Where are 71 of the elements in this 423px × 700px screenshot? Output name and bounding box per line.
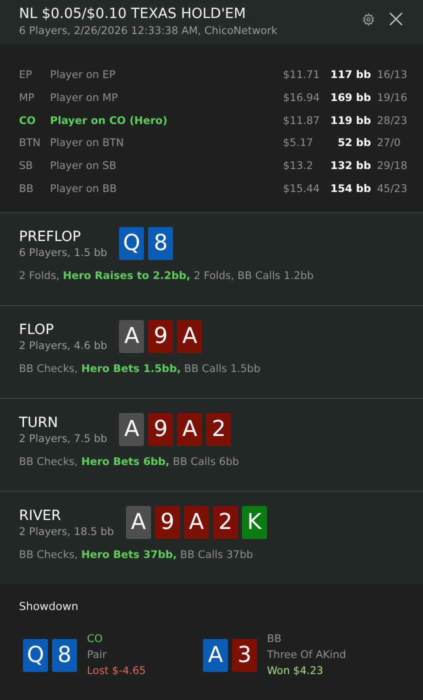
street-actions: BB Checks, Hero Bets 1.5bb, BB Calls 1.5bb	[19, 363, 262, 376]
stack-amount: $15.44	[283, 182, 321, 195]
player-stats: 29/18	[377, 160, 408, 172]
street-name: TURN	[19, 414, 59, 431]
position-label: SB	[19, 160, 34, 172]
stack-amount: $16.94	[283, 92, 321, 104]
street-info: 2 Players, 4.6 bb	[19, 340, 108, 352]
playing-card: A	[177, 320, 202, 354]
position-label: EP	[19, 69, 33, 82]
playing-card: A	[184, 506, 209, 540]
hand-result: Lost $-4.65	[87, 665, 146, 678]
street-actions: BB Checks, Hero Bets 37bb, BB Calls 37bb	[19, 549, 254, 562]
street-info: 2 Players, 18.5 bb	[19, 526, 114, 538]
position-label: BTN	[19, 137, 42, 150]
playing-card: 8	[52, 638, 77, 672]
street-name: PREFLOP	[19, 228, 82, 245]
close-icon[interactable]	[389, 12, 403, 26]
settings-icon[interactable]	[362, 12, 375, 26]
playing-card: 9	[148, 413, 174, 446]
stack-bb: 119 bb	[329, 114, 372, 127]
hand-result: Won $4.23	[267, 665, 324, 678]
player-name: Player on SB	[50, 160, 118, 172]
street-name: RIVER	[19, 508, 62, 524]
playing-card: Q	[119, 227, 144, 260]
playing-card: 2	[212, 506, 238, 540]
playing-card: 8	[148, 227, 174, 260]
playing-card: A	[119, 413, 144, 446]
playing-card: A	[203, 638, 228, 672]
player-name: Player on BTN	[50, 137, 125, 150]
showdown-title: Showdown	[19, 600, 80, 614]
stack-amount: $11.71	[283, 69, 321, 82]
position-label: CO	[19, 114, 37, 127]
playing-card: 3	[232, 638, 257, 672]
playing-card: A	[119, 320, 144, 354]
position-label: BB	[267, 633, 282, 646]
stack-amount: $5.17	[283, 137, 314, 150]
player-stats: 19/16	[377, 92, 408, 104]
position-label: BB	[19, 182, 34, 195]
street-name: FLOP	[19, 322, 55, 338]
window-title: NL $0.05/$0.10 TEXAS HOLD'EM	[19, 6, 247, 22]
street-actions: BB Checks, Hero Bets 6bb, BB Calls 6bb	[19, 456, 240, 468]
stack-bb: 52 bb	[336, 137, 372, 150]
hand-rank: Three Of AKind	[267, 649, 346, 662]
player-name: Player on BB	[50, 182, 118, 195]
position-label: CO	[87, 633, 104, 646]
playing-card: A	[126, 506, 151, 540]
street-info: 6 Players, 1.5 bb	[19, 246, 108, 259]
hand-rank: Pair	[87, 649, 108, 662]
player-stats: 45/23	[377, 182, 408, 195]
stack-amount: $13.2	[283, 160, 314, 172]
stack-bb: 154 bb	[329, 182, 372, 195]
playing-card: K	[242, 506, 267, 540]
playing-card: 2	[206, 413, 232, 446]
player-stats: 28/23	[377, 114, 408, 127]
player-name: Player on MP	[50, 92, 119, 104]
stack-bb: 117 bb	[329, 69, 372, 82]
position-label: MP	[19, 92, 36, 104]
stack-bb: 132 bb	[329, 160, 372, 172]
playing-card: Q	[23, 638, 48, 672]
hand-subtitle: 6 Players, 2/26/2026 12:33:38 AM, ChicoNetwork	[19, 25, 278, 37]
playing-card: A	[177, 413, 202, 446]
player-name: Player on CO (Hero)	[50, 114, 168, 127]
playing-card: 9	[154, 506, 180, 540]
street-info: 2 Players, 7.5 bb	[19, 432, 108, 445]
player-stats: 16/13	[377, 69, 408, 82]
stack-bb: 169 bb	[329, 92, 372, 104]
player-name: Player on EP	[50, 69, 116, 82]
street-actions: 2 Folds, Hero Raises to 2.2bb, 2 Folds, BB Calls 1.2bb	[19, 270, 315, 282]
player-stats: 27/0	[377, 137, 402, 150]
stack-amount: $11.87	[283, 114, 321, 127]
playing-card: 9	[148, 320, 174, 354]
